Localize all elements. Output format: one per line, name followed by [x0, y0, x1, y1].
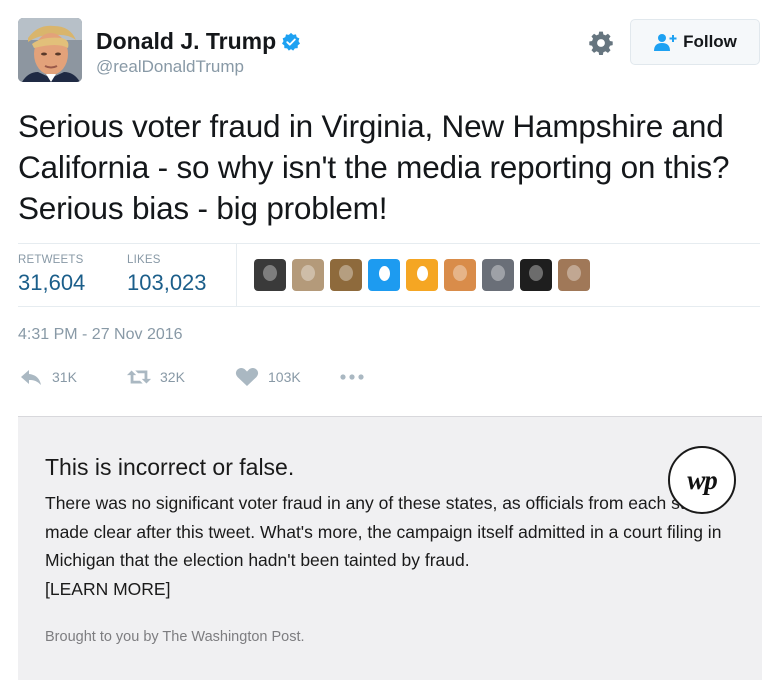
tweet-text: Serious voter fraud in Virginia, New Ham… [18, 108, 730, 226]
learn-more-link[interactable]: [LEARN MORE] [45, 579, 170, 599]
washington-post-logo[interactable]: wp [668, 446, 736, 514]
face-silhouette [567, 265, 581, 281]
avatar-portrait-icon [18, 18, 82, 82]
retweet-count: 32K [160, 369, 185, 385]
face-silhouette [339, 265, 353, 281]
egg-icon [379, 266, 390, 281]
wp-logo-text: wp [687, 464, 717, 495]
liker-avatar[interactable] [254, 259, 286, 291]
face-silhouette [263, 265, 277, 281]
heart-icon [235, 367, 259, 386]
liker-avatar[interactable] [482, 259, 514, 291]
reply-count: 31K [52, 369, 77, 385]
egg-icon [417, 266, 428, 281]
verified-badge-icon [282, 32, 301, 51]
author-avatar[interactable] [18, 18, 82, 82]
fact-check-body: There was no significant voter fraud in … [45, 489, 745, 603]
liker-avatar-egg[interactable] [406, 259, 438, 291]
tweet-timestamp[interactable]: 4:31 PM - 27 Nov 2016 [18, 326, 183, 344]
liker-avatar[interactable] [520, 259, 552, 291]
face-silhouette [453, 265, 467, 281]
stats-vertical-divider [236, 244, 237, 306]
like-count: 103K [268, 369, 301, 385]
tweet-stats: RETWEETS 31,604 LIKES 103,023 [18, 244, 760, 306]
likes-stat[interactable]: LIKES 103,023 [127, 254, 207, 296]
fact-check-title: This is incorrect or false. [45, 454, 295, 480]
like-button[interactable]: 103K [234, 366, 301, 388]
more-icon [340, 374, 364, 380]
author-display-name[interactable]: Donald J. Trump [96, 28, 276, 55]
reply-icon [21, 370, 41, 385]
retweets-label: RETWEETS [18, 254, 84, 266]
liker-avatar[interactable] [292, 259, 324, 291]
retweets-count: 31,604 [18, 270, 86, 295]
likes-label: LIKES [127, 254, 161, 266]
liker-avatar[interactable] [330, 259, 362, 291]
liker-avatars [254, 259, 596, 291]
fact-check-text: There was no significant voter fraud in … [45, 493, 722, 570]
retweet-button[interactable]: 32K [126, 366, 185, 388]
retweet-icon [126, 370, 152, 384]
face-silhouette [529, 265, 543, 281]
author-name-row: Donald J. Trump [96, 28, 301, 55]
likes-count: 103,023 [127, 270, 207, 295]
fact-check-box: This is incorrect or false. There was no… [18, 416, 762, 680]
liker-avatar[interactable] [444, 259, 476, 291]
liker-avatar-egg[interactable] [368, 259, 400, 291]
reply-button[interactable]: 31K [18, 366, 77, 388]
face-silhouette [301, 265, 315, 281]
more-button[interactable] [338, 366, 366, 388]
follow-label: Follow [683, 32, 737, 51]
stats-bottom-divider [18, 306, 760, 307]
face-silhouette [491, 265, 505, 281]
gear-icon[interactable] [588, 30, 614, 56]
fact-check-credit: Brought to you by The Washington Post. [45, 629, 305, 645]
liker-avatar[interactable] [558, 259, 590, 291]
follow-button[interactable]: Follow [630, 19, 760, 65]
follow-person-icon [654, 34, 677, 51]
retweets-stat[interactable]: RETWEETS 31,604 [18, 254, 85, 296]
author-handle[interactable]: @realDonaldTrump [96, 57, 244, 77]
